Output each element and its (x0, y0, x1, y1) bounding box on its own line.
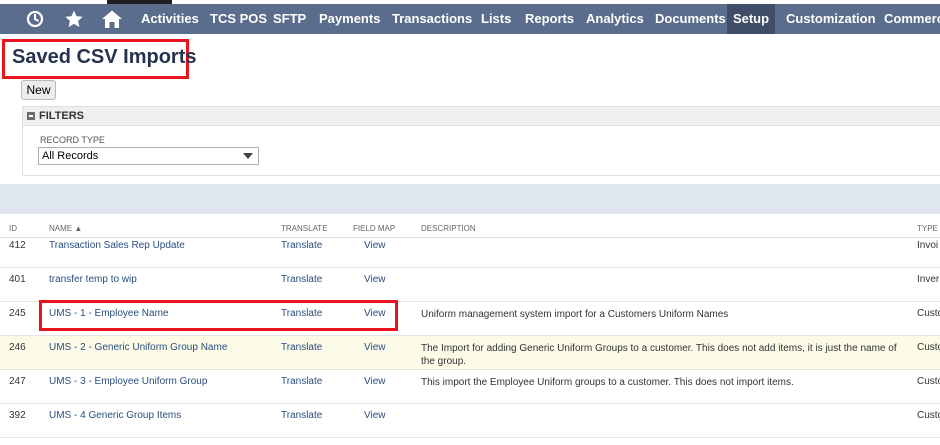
row-view-link[interactable]: View (364, 376, 386, 387)
row-type: Inver (917, 274, 940, 285)
table-row: 412 Transaction Sales Rep Update Transla… (0, 238, 940, 268)
column-header-description[interactable]: DESCRIPTION (421, 224, 476, 233)
column-header-field-map[interactable]: FIELD MAP (353, 224, 395, 233)
recent-history-icon[interactable] (22, 4, 48, 34)
star-icon[interactable] (61, 4, 87, 34)
row-id: 401 (9, 274, 26, 285)
row-translate-link[interactable]: Translate (281, 376, 322, 387)
nav-item-sftp[interactable]: SFTP (273, 4, 306, 34)
record-type-label: RECORD TYPE (40, 135, 105, 145)
column-header-translate[interactable]: TRANSLATE (281, 224, 328, 233)
row-highlight-box (39, 300, 398, 331)
table-row: 392 UMS - 4 Generic Group Items Translat… (0, 404, 940, 438)
row-type: Custo (917, 308, 940, 319)
row-id: 392 (9, 410, 26, 421)
row-view-link[interactable]: View (364, 274, 386, 285)
column-header-id[interactable]: ID (9, 224, 17, 233)
new-button[interactable]: New (21, 80, 56, 100)
nav-item-setup[interactable]: Setup (727, 4, 775, 34)
nav-item-payments[interactable]: Payments (319, 4, 380, 34)
filters-header[interactable]: FILTERS (23, 107, 940, 126)
nav-item-commerce[interactable]: Commerce (884, 4, 940, 34)
row-id: 247 (9, 376, 26, 387)
column-header-name[interactable]: NAME ▲ (49, 224, 82, 233)
row-name-link[interactable]: Transaction Sales Rep Update (49, 240, 185, 251)
row-description: Uniform management system import for a C… (421, 309, 729, 320)
row-type: Custo (917, 376, 940, 387)
row-view-link[interactable]: View (364, 342, 386, 353)
row-type: Invoi (917, 240, 939, 251)
row-view-link[interactable]: View (364, 240, 386, 251)
column-header-type[interactable]: TYPE (917, 224, 938, 233)
nav-item-analytics[interactable]: Analytics (586, 4, 644, 34)
row-name-link[interactable]: UMS - 4 Generic Group Items (49, 410, 181, 421)
collapse-icon[interactable] (27, 112, 35, 120)
row-name-link[interactable]: UMS - 3 - Employee Uniform Group (49, 376, 207, 387)
row-id: 245 (9, 308, 26, 319)
row-id: 246 (9, 342, 26, 353)
filters-title: FILTERS (39, 110, 85, 122)
row-type: Custo (917, 342, 940, 353)
row-translate-link[interactable]: Translate (281, 240, 322, 251)
nav-item-lists[interactable]: Lists (481, 4, 511, 34)
home-icon[interactable] (98, 4, 126, 34)
row-id: 412 (9, 240, 26, 251)
filters-panel: FILTERS RECORD TYPE All Records (22, 106, 940, 176)
nav-item-transactions[interactable]: Transactions (392, 4, 472, 34)
record-type-value: All Records (42, 150, 99, 162)
nav-item-reports[interactable]: Reports (525, 4, 574, 34)
table-row: 401 transfer temp to wip Translate View … (0, 268, 940, 302)
row-name-link[interactable]: transfer temp to wip (49, 274, 137, 285)
row-type: Custo (917, 410, 940, 421)
row-translate-link[interactable]: Translate (281, 342, 322, 353)
nav-item-activities[interactable]: Activities (141, 4, 199, 34)
row-translate-link[interactable]: Translate (281, 410, 322, 421)
list-toolbar-band (0, 184, 940, 214)
table-row: 246 UMS - 2 - Generic Uniform Group Name… (0, 336, 940, 370)
main-nav-bar: Activities TCS POS SFTP Payments Transac… (0, 4, 940, 34)
row-view-link[interactable]: View (364, 410, 386, 421)
nav-item-tcs-pos[interactable]: TCS POS (210, 4, 267, 34)
record-type-select[interactable]: All Records (38, 147, 259, 165)
nav-item-documents[interactable]: Documents (655, 4, 726, 34)
nav-item-customization[interactable]: Customization (786, 4, 876, 34)
table-header: ID NAME ▲ TRANSLATE FIELD MAP DESCRIPTIO… (0, 214, 940, 238)
row-description: The Import for adding Generic Uniform Gr… (421, 343, 897, 367)
page-title: Saved CSV Imports (12, 46, 197, 68)
row-translate-link[interactable]: Translate (281, 274, 322, 285)
chevron-down-icon (243, 153, 253, 159)
row-name-link[interactable]: UMS - 2 - Generic Uniform Group Name (49, 342, 227, 353)
table-row: 247 UMS - 3 - Employee Uniform Group Tra… (0, 370, 940, 404)
row-description: This import the Employee Uniform groups … (421, 377, 794, 388)
